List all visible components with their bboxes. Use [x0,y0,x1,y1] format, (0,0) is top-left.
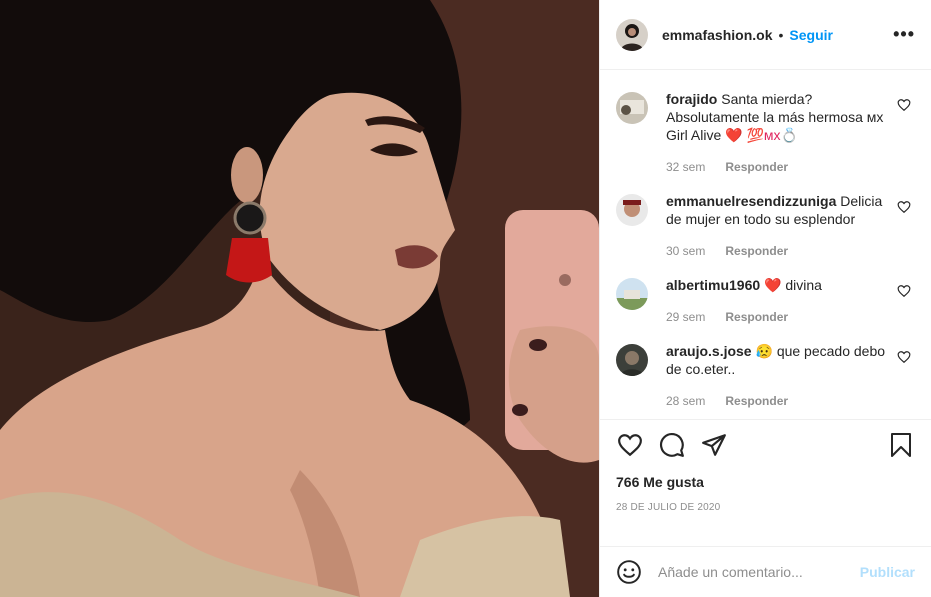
reply-button[interactable]: Responder [725,158,788,176]
commenter-username[interactable]: araujo.s.jose [666,343,752,359]
commenter-username[interactable]: forajido [666,91,717,107]
comment-item: araujo.s.jose 😥 que pecado debo de co.et… [616,342,915,410]
comment-time[interactable]: 29 sem [666,308,705,326]
author-avatar[interactable] [616,18,648,51]
post-date[interactable]: 28 DE JULIO DE 2020 [616,502,915,513]
comment-time[interactable]: 28 sem [666,392,705,410]
commenter-avatar[interactable] [616,278,648,311]
reply-button[interactable]: Responder [725,308,788,326]
like-comment-heart-icon[interactable] [897,350,911,364]
post-photo[interactable] [0,0,599,597]
likes-count[interactable]: 766 Me gusta [616,474,915,490]
comments-list: forajido Santa mierda? Absolutamente la … [600,70,931,419]
follow-button[interactable]: Seguir [789,27,833,43]
comment-emoji: ❤️ 💯ᴍx💍 [725,127,798,144]
commenter-avatar[interactable] [616,92,648,125]
post-dialog: emmafashion.ok • Seguir ••• forajido San… [0,0,931,597]
like-comment-heart-icon[interactable] [897,98,911,112]
author-username[interactable]: emmafashion.ok [662,27,772,43]
like-comment-heart-icon[interactable] [897,284,911,298]
comment-item: forajido Santa mierda? Absolutamente la … [616,90,915,176]
comment-time[interactable]: 30 sem [666,242,705,260]
commenter-username[interactable]: albertimu1960 [666,277,760,293]
comment-bubble-icon[interactable] [658,431,686,459]
comment-emoji: 😥 [755,343,773,360]
post-sidebar: emmafashion.ok • Seguir ••• forajido San… [599,0,931,597]
comment-emoji: ❤️ [764,277,782,294]
like-heart-icon[interactable] [616,431,644,459]
comment-item: albertimu1960 ❤️ divina 29 sem Responder [616,276,915,326]
reply-button[interactable]: Responder [725,242,788,260]
commenter-avatar[interactable] [616,344,648,377]
like-comment-heart-icon[interactable] [897,200,911,214]
comment-item: emmanuelresendizzuniga Delicia de mujer … [616,192,915,260]
commenter-avatar[interactable] [616,194,648,227]
save-bookmark-icon[interactable] [887,431,915,459]
post-photo-illustration [0,0,599,597]
reply-button[interactable]: Responder [725,392,788,410]
comment-time[interactable]: 32 sem [666,158,705,176]
comment-text: divina [785,277,822,294]
share-paper-plane-icon[interactable] [700,431,728,459]
add-comment-bar: Publicar [600,546,931,597]
post-header: emmafashion.ok • Seguir ••• [600,0,931,71]
header-separator: • [778,26,784,43]
more-options-button[interactable]: ••• [893,24,915,45]
post-actions: 766 Me gusta 28 DE JULIO DE 2020 [600,418,931,546]
publish-button[interactable]: Publicar [860,564,915,580]
comment-input[interactable] [658,564,860,581]
emoji-smiley-icon[interactable] [616,559,642,585]
commenter-username[interactable]: emmanuelresendizzuniga [666,193,836,209]
